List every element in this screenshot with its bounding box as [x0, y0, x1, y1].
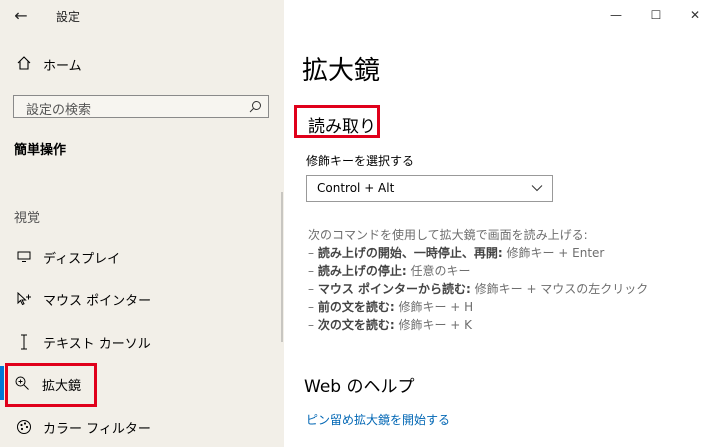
command-line: – 読み上げの停止: 任意のキー [308, 262, 470, 279]
command-line: – 読み上げの開始、一時停止、再開: 修飾キー + Enter [308, 244, 604, 261]
modifier-key-value: Control + Alt [317, 181, 395, 195]
back-arrow-icon: ← [14, 5, 28, 25]
section-title: 簡単操作 [14, 143, 67, 158]
category-label: 視覚 [14, 211, 41, 226]
display-icon [14, 247, 34, 267]
command-keys: 修飾キー + Enter [502, 246, 605, 260]
command-name: 読み上げの開始、一時停止、再開: [317, 246, 503, 260]
command-name: 読み上げの停止: [317, 264, 407, 278]
sidebar-item-color-filter[interactable]: カラー フィルター [0, 414, 281, 440]
sidebar-item-label: マウス ポインター [43, 294, 152, 309]
web-help-title: Web のヘルプ [304, 377, 415, 397]
modifier-key-label: 修飾キーを選択する [306, 154, 415, 168]
sidebar-item-text-cursor[interactable]: テキスト カーソル [0, 329, 281, 355]
command-line: – マウス ポインターから読む: 修飾キー + マウスの左クリック [308, 280, 648, 297]
command-dash: – [308, 282, 318, 296]
command-keys: 任意のキー [406, 264, 471, 278]
home-link[interactable]: ホーム [43, 55, 82, 74]
search-icon [247, 98, 263, 114]
page-title: 拡大鏡 [302, 56, 381, 86]
search-placeholder: 設定の検索 [26, 103, 92, 118]
window-title: 設定 [56, 10, 81, 24]
sidebar-item-label: テキスト カーソル [43, 337, 151, 352]
chevron-down-icon [530, 181, 544, 195]
home-icon [14, 53, 34, 73]
command-line: – 次の文を読む: 修飾キー + K [308, 316, 472, 333]
command-keys: 修飾キー + マウスの左クリック [470, 282, 649, 296]
sidebar-item-display[interactable]: ディスプレイ [0, 244, 281, 270]
command-name: マウス ポインターから読む: [317, 282, 471, 296]
text-cursor-icon [14, 332, 34, 352]
sidebar-scrollbar[interactable] [281, 192, 283, 342]
sidebar-item-label: カラー フィルター [43, 422, 151, 437]
maximize-button[interactable]: ☐ [646, 8, 666, 24]
search-input[interactable]: 設定の検索 [13, 95, 269, 118]
sidebar-item-label: ディスプレイ [43, 252, 121, 267]
command-name: 次の文を読む: [317, 318, 395, 332]
command-keys: 修飾キー + H [394, 300, 474, 314]
sidebar-item-mouse-pointer[interactable]: マウス ポインター [0, 286, 281, 312]
sidebar: ← 設定 ホーム 設定の検索 簡単操作 視覚 ディスプレイ マウス ポインター … [0, 0, 284, 447]
back-button[interactable]: ← [10, 4, 32, 26]
mouse-pointer-icon [14, 289, 34, 309]
command-dash: – [308, 264, 318, 278]
command-dash: – [308, 300, 318, 314]
color-filter-icon [14, 417, 34, 437]
main-content: — ☐ ✕ 拡大鏡 読み取り 修飾キーを選択する Control + Alt 次… [284, 0, 710, 447]
highlight-box-reading [294, 105, 380, 138]
close-button[interactable]: ✕ [685, 8, 705, 24]
command-dash: – [308, 318, 318, 332]
highlight-box-magnifier [5, 363, 97, 407]
commands-intro: 次のコマンドを使用して拡大鏡で画面を読み上げる: [308, 228, 588, 242]
command-dash: – [308, 246, 318, 260]
command-name: 前の文を読む: [317, 300, 395, 314]
start-docked-magnifier-link[interactable]: ピン留め拡大鏡を開始する [306, 411, 450, 428]
modifier-key-select[interactable]: Control + Alt [306, 175, 553, 202]
command-keys: 修飾キー + K [394, 318, 473, 332]
minimize-button[interactable]: — [606, 8, 626, 24]
command-line: – 前の文を読む: 修飾キー + H [308, 298, 473, 315]
